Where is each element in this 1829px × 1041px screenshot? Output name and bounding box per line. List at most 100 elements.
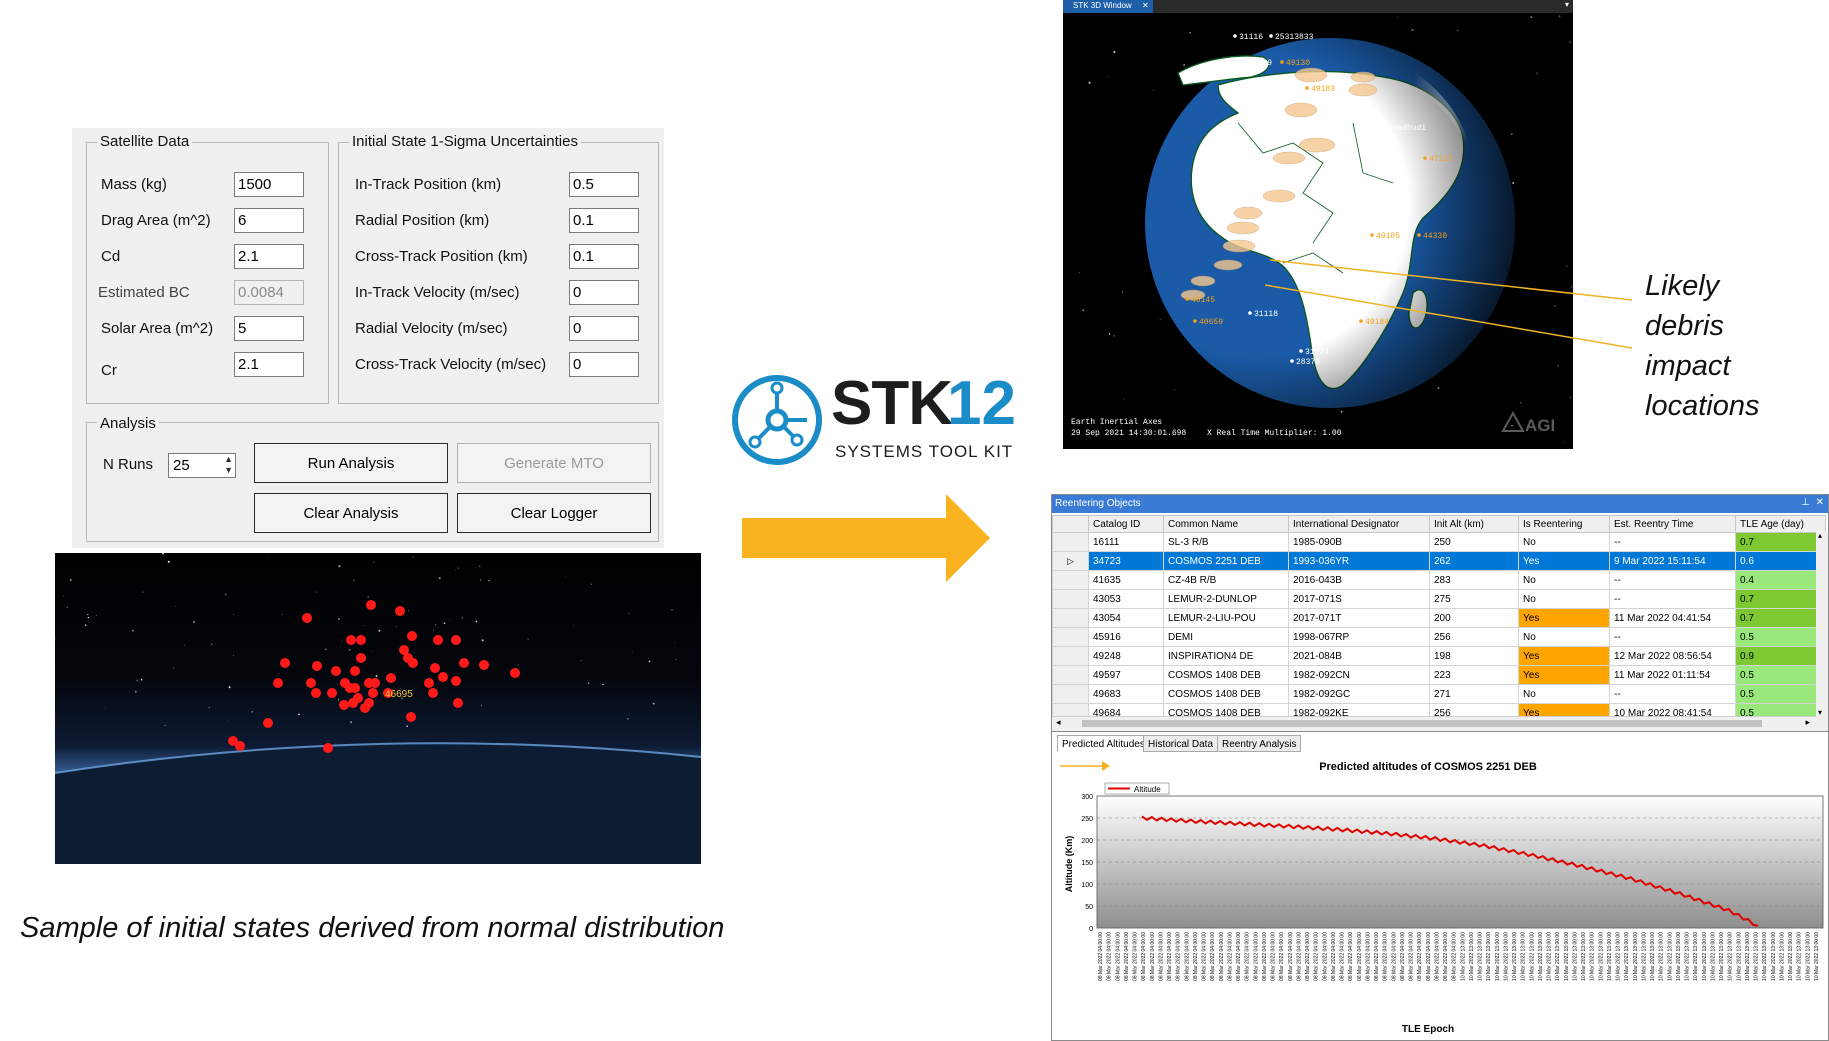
table-row[interactable]: 45916 DEMI 1998-067RP 256 No -- 0.5 (1052, 627, 1826, 647)
window-menu-icon[interactable]: ▾ (1565, 0, 1569, 9)
n-runs-spinner[interactable]: 25 ▲ ▼ (168, 453, 236, 478)
scroll-right-icon[interactable]: ▸ (1805, 717, 1810, 728)
clear-logger-button[interactable]: Clear Logger (457, 493, 651, 533)
generate-mto-button[interactable]: Generate MTO (457, 443, 651, 483)
object-marker[interactable] (1269, 34, 1273, 38)
stk-3d-window[interactable]: STK 3D Window ✕ ▾ 31116 25313833 28369 4913… (1063, 0, 1573, 449)
drag-area-input[interactable] (234, 208, 304, 233)
radial-velocity-input[interactable] (569, 316, 639, 341)
x-tick-label: 10 Mar 2022 13:00:00 (1736, 932, 1742, 981)
star (363, 625, 365, 626)
predicted-altitudes-window[interactable]: Predicted Altitudes Historical Data Reen… (1051, 731, 1829, 1041)
table-cell: 0.7 (1735, 589, 1826, 609)
star (337, 699, 340, 701)
cross-track-position-label: Cross-Track Position (km) (355, 248, 528, 265)
table-row[interactable]: ▷ 34723 COSMOS 2251 DEB 1993-036YR 262 Yes 9 M… (1052, 551, 1826, 571)
table-row[interactable]: 41635 CZ-4B R/B 2016-043B 283 No -- 0.4 (1052, 570, 1826, 590)
column-header[interactable]: Init Alt (km) (1429, 515, 1519, 533)
star (1512, 181, 1515, 185)
tab-reentry-analysis[interactable]: Reentry Analysis (1217, 735, 1302, 752)
star (136, 679, 139, 682)
table-cell: INSPIRATION4 DE (1163, 646, 1289, 666)
cross-track-position-input[interactable] (569, 244, 639, 269)
object-marker[interactable] (1423, 156, 1427, 160)
cross-track-velocity-input[interactable] (569, 352, 639, 377)
y-tick-label: 150 (1081, 860, 1093, 867)
vertical-scrollbar[interactable]: ▴ ▾ (1816, 531, 1828, 717)
object-marker[interactable] (1242, 60, 1246, 64)
sample-point (323, 743, 333, 753)
star (448, 619, 450, 621)
column-header[interactable]: Est. Reentry Time (1609, 515, 1736, 533)
x-tick-label: 10 Mar 2022 13:00:00 (1598, 932, 1604, 981)
object-marker[interactable] (1305, 86, 1309, 90)
table-row[interactable]: 43054 LEMUR-2-LIU-POU 2017-071T 200 Yes 11 Ma… (1052, 608, 1826, 628)
table-row[interactable]: 43053 LEMUR-2-DUNLOP 2017-071S 275 No -- 0.7 (1052, 589, 1826, 609)
table-cell: 1982-092CN (1288, 665, 1430, 685)
clear-analysis-button[interactable]: Clear Analysis (254, 493, 448, 533)
callout-line-likely: Likely (1645, 270, 1720, 302)
object-marker[interactable] (1233, 34, 1237, 38)
column-header[interactable]: Is Reentering (1518, 515, 1610, 533)
spinner-down-icon[interactable]: ▼ (224, 465, 233, 476)
x-tick-label: 10 Mar 2022 13:00:00 (1624, 932, 1630, 981)
table-cell: 0.7 (1735, 608, 1826, 628)
sample-states-view[interactable]: 46695 (55, 553, 701, 864)
solar-area-input[interactable] (234, 316, 304, 341)
y-tick-label: 100 (1081, 882, 1093, 889)
object-marker[interactable] (1370, 233, 1374, 237)
star (627, 718, 629, 720)
tab-historical-data[interactable]: Historical Data (1143, 735, 1219, 752)
object-marker[interactable] (1280, 60, 1284, 64)
scrollbar-thumb[interactable] (1082, 720, 1762, 727)
star (281, 613, 283, 615)
horizontal-scrollbar[interactable]: ◂ ▸ (1052, 716, 1828, 731)
column-header[interactable]: International Designator (1288, 515, 1430, 533)
frame-readout: Earth Inertial Axes (1071, 418, 1162, 427)
cr-input[interactable] (234, 352, 304, 377)
run-analysis-button[interactable]: Run Analysis (254, 443, 448, 483)
table-cell: 0.9 (1735, 646, 1826, 666)
mass-input[interactable] (234, 172, 304, 197)
reentering-objects-window[interactable]: Reentering Objects ⊥ ✕ Catalog ID Common… (1051, 494, 1829, 732)
table-row[interactable]: 49248 INSPIRATION4 DE 2021-084B 198 Yes 12 Ma… (1052, 646, 1826, 666)
in-track-velocity-input[interactable] (569, 280, 639, 305)
scroll-down-icon[interactable]: ▾ (1818, 708, 1822, 717)
spinner-up-icon[interactable]: ▲ (224, 454, 233, 465)
table-cell: 16111 (1088, 532, 1164, 552)
pin-icon[interactable]: ⊥ (1801, 497, 1810, 508)
tab-predicted-altitudes[interactable]: Predicted Altitudes (1057, 735, 1150, 752)
radial-position-input[interactable] (569, 208, 639, 233)
in-track-position-input[interactable] (569, 172, 639, 197)
table-row[interactable]: 49597 COSMOS 1408 DEB 1982-092CN 223 Yes 11 M… (1052, 665, 1826, 685)
table-row[interactable]: 16111 SL-3 R/B 1985-090B 250 No -- 0.7 (1052, 532, 1826, 552)
star (406, 725, 408, 728)
scroll-up-icon[interactable]: ▴ (1818, 531, 1822, 540)
object-marker[interactable] (1377, 125, 1381, 129)
sample-point (406, 712, 416, 722)
n-runs-value: 25 (173, 457, 190, 474)
column-header[interactable]: TLE Age (day) (1735, 515, 1826, 533)
cd-input[interactable] (234, 244, 304, 269)
stk-logo-text: STK (831, 369, 953, 438)
table-cell: 0.6 (1735, 551, 1826, 571)
object-marker[interactable] (1417, 233, 1421, 237)
x-tick-label: 10 Mar 2022 13:00:00 (1711, 932, 1717, 981)
close-icon[interactable]: ✕ (1142, 1, 1149, 10)
table-cell: 11 Mar 2022 01:11:54 (1609, 665, 1736, 685)
scroll-left-icon[interactable]: ◂ (1056, 717, 1061, 728)
close-icon[interactable]: ✕ (1816, 497, 1824, 508)
column-header[interactable]: Catalog ID (1088, 515, 1164, 533)
object-marker[interactable] (1200, 205, 1204, 209)
star (167, 560, 170, 563)
x-tick-label: 08 Mar 2022 04:00:00 (1210, 932, 1216, 981)
table-row[interactable]: 49683 COSMOS 1408 DEB 1982-092GC 271 No -- 0.5 (1052, 684, 1826, 704)
y-tick-label: 250 (1081, 816, 1093, 823)
x-tick-label: 08 Mar 2022 04:00:00 (1158, 932, 1164, 981)
star (401, 601, 403, 603)
row-selector (1052, 627, 1089, 647)
column-header[interactable]: Common Name (1163, 515, 1289, 533)
x-axis-ticks: 08 Mar 2022 04:00:00 08 Mar 2022 04:00:00… (1098, 932, 1820, 981)
y-tick-label: 50 (1085, 904, 1093, 911)
star (1124, 398, 1126, 400)
